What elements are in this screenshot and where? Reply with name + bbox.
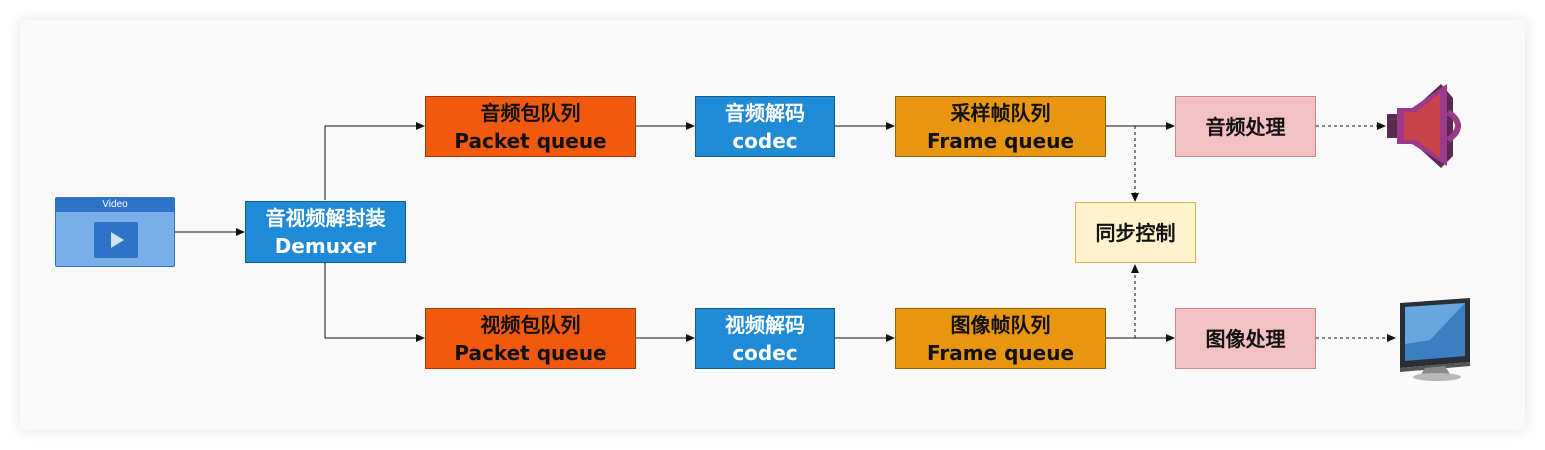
video-frame-queue-label-en: Frame queue xyxy=(926,340,1075,365)
video-processing-label: 图像处理 xyxy=(1205,326,1286,351)
video-codec-label-en: codec xyxy=(732,340,798,365)
demuxer-label-en: Demuxer xyxy=(274,234,377,258)
audio-packet-queue-node: 音频包队列 Packet queue xyxy=(425,96,636,157)
audio-frame-queue-label-cn: 采样帧队列 xyxy=(950,100,1051,125)
video-label: Video xyxy=(56,198,174,212)
audio-frame-queue-node: 采样帧队列 Frame queue xyxy=(895,96,1106,157)
audio-frame-queue-label-en: Frame queue xyxy=(926,128,1075,153)
play-icon xyxy=(94,222,138,258)
video-file-icon: Video xyxy=(55,197,175,267)
edge-demuxer-video-packet xyxy=(324,263,425,342)
video-processing-node: 图像处理 xyxy=(1175,308,1316,369)
audio-codec-label-en: codec xyxy=(732,128,798,153)
audio-packet-queue-label-en: Packet queue xyxy=(454,128,607,153)
connector-layer xyxy=(175,84,1470,381)
audio-processing-node: 音频处理 xyxy=(1175,96,1316,157)
edge-demuxer-audio-packet xyxy=(324,122,425,200)
video-packet-queue-label-cn: 视频包队列 xyxy=(480,312,581,337)
sync-control-label: 同步控制 xyxy=(1095,220,1176,245)
audio-packet-queue-label-cn: 音频包队列 xyxy=(480,100,581,125)
video-packet-queue-label-en: Packet queue xyxy=(454,340,607,365)
sync-control-node: 同步控制 xyxy=(1075,202,1196,263)
video-frame-queue-label-cn: 图像帧队列 xyxy=(950,312,1051,337)
speaker-icon xyxy=(1387,84,1461,168)
video-frame-queue-node: 图像帧队列 Frame queue xyxy=(895,308,1106,369)
monitor-icon xyxy=(1400,298,1470,381)
audio-codec-label-cn: 音频解码 xyxy=(725,100,805,125)
audio-codec-node: 音频解码 codec xyxy=(695,96,835,157)
video-packet-queue-node: 视频包队列 Packet queue xyxy=(425,308,636,369)
demuxer-label-cn: 音视频解封装 xyxy=(265,206,386,230)
audio-processing-label: 音频处理 xyxy=(1205,114,1286,139)
demuxer-node: 音视频解封装 Demuxer xyxy=(245,201,406,263)
video-codec-node: 视频解码 codec xyxy=(695,308,835,369)
video-codec-label-cn: 视频解码 xyxy=(725,312,805,337)
